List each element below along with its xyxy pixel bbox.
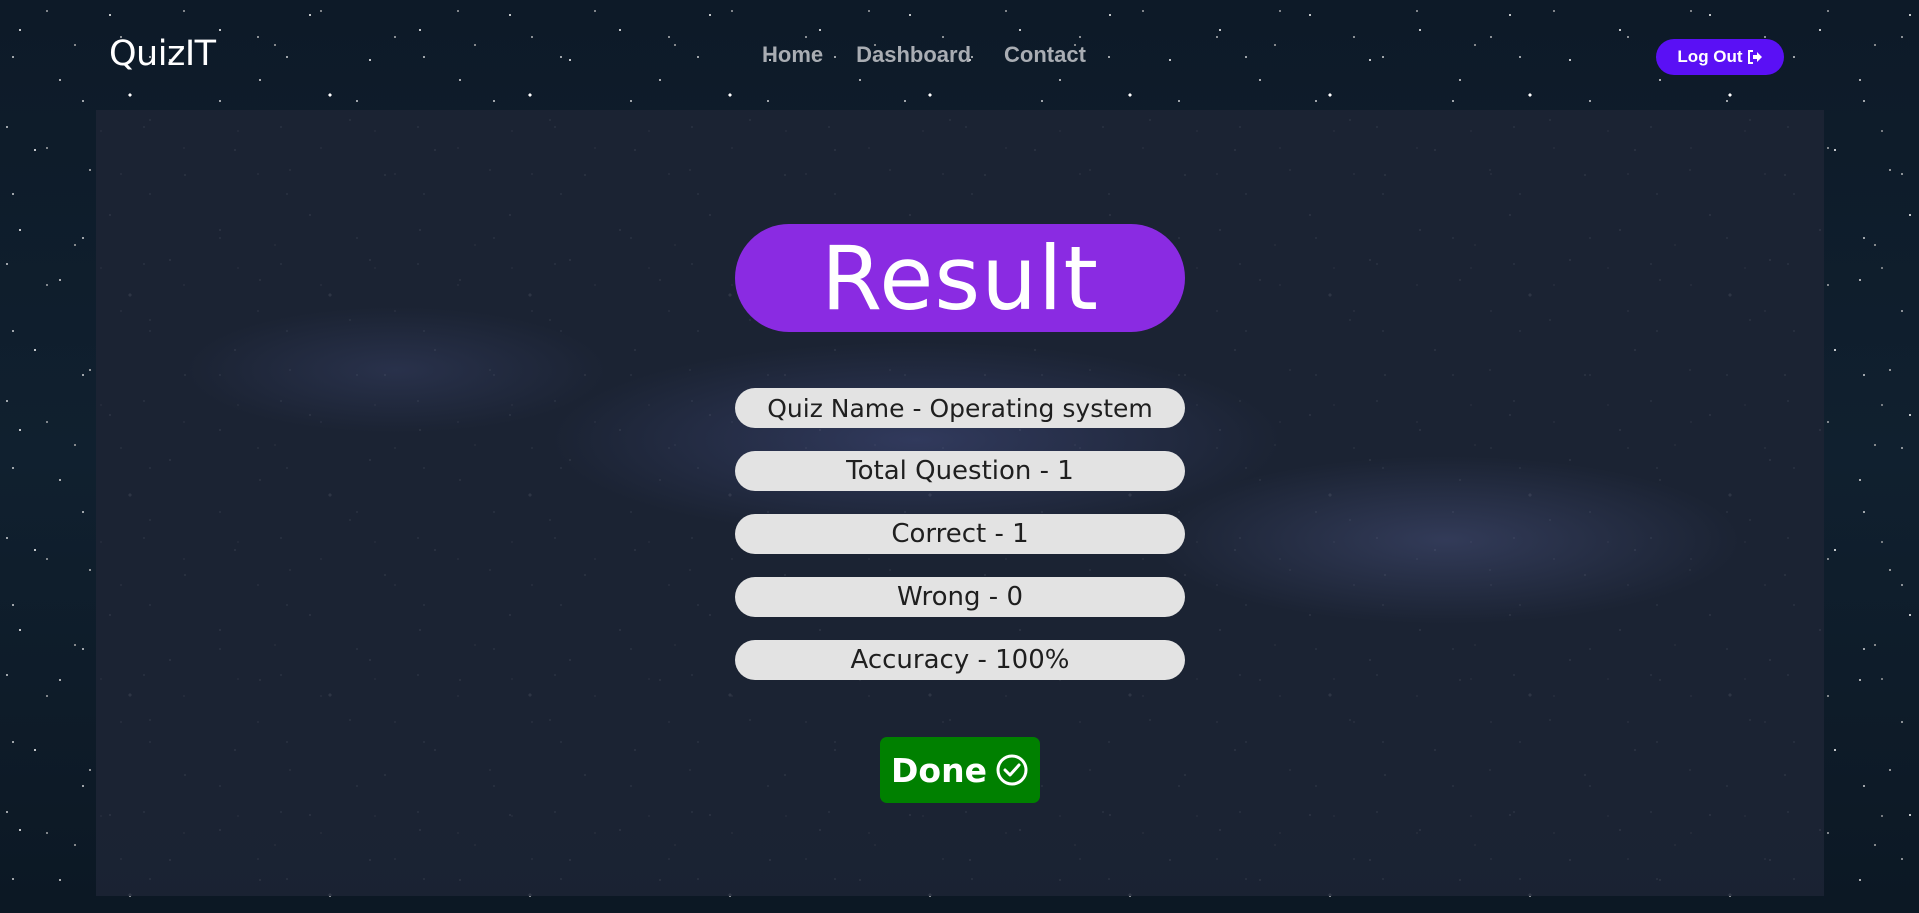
nav-contact-link[interactable]: Contact — [1004, 42, 1086, 68]
stat-total-question: Total Question - 1 — [735, 451, 1185, 491]
navbar: QuizIT Home Dashboard Contact Log Out — [0, 0, 1919, 110]
stat-quiz-name: Quiz Name - Operating system — [735, 388, 1185, 428]
logout-button[interactable]: Log Out — [1656, 39, 1784, 75]
stat-wrong: Wrong - 0 — [735, 577, 1185, 617]
sign-out-icon — [1747, 49, 1763, 65]
done-label: Done — [891, 750, 987, 790]
nav-dashboard-link[interactable]: Dashboard — [856, 42, 971, 68]
nav-links: Home Dashboard Contact — [762, 42, 1119, 68]
check-circle-icon — [995, 753, 1029, 787]
nav-home-link[interactable]: Home — [762, 42, 823, 68]
stat-correct: Correct - 1 — [735, 514, 1185, 554]
result-title: Result — [735, 224, 1185, 332]
logout-label: Log Out — [1677, 47, 1743, 66]
stat-accuracy: Accuracy - 100% — [735, 640, 1185, 680]
brand-logo[interactable]: QuizIT — [109, 34, 216, 74]
done-button[interactable]: Done — [880, 737, 1040, 803]
